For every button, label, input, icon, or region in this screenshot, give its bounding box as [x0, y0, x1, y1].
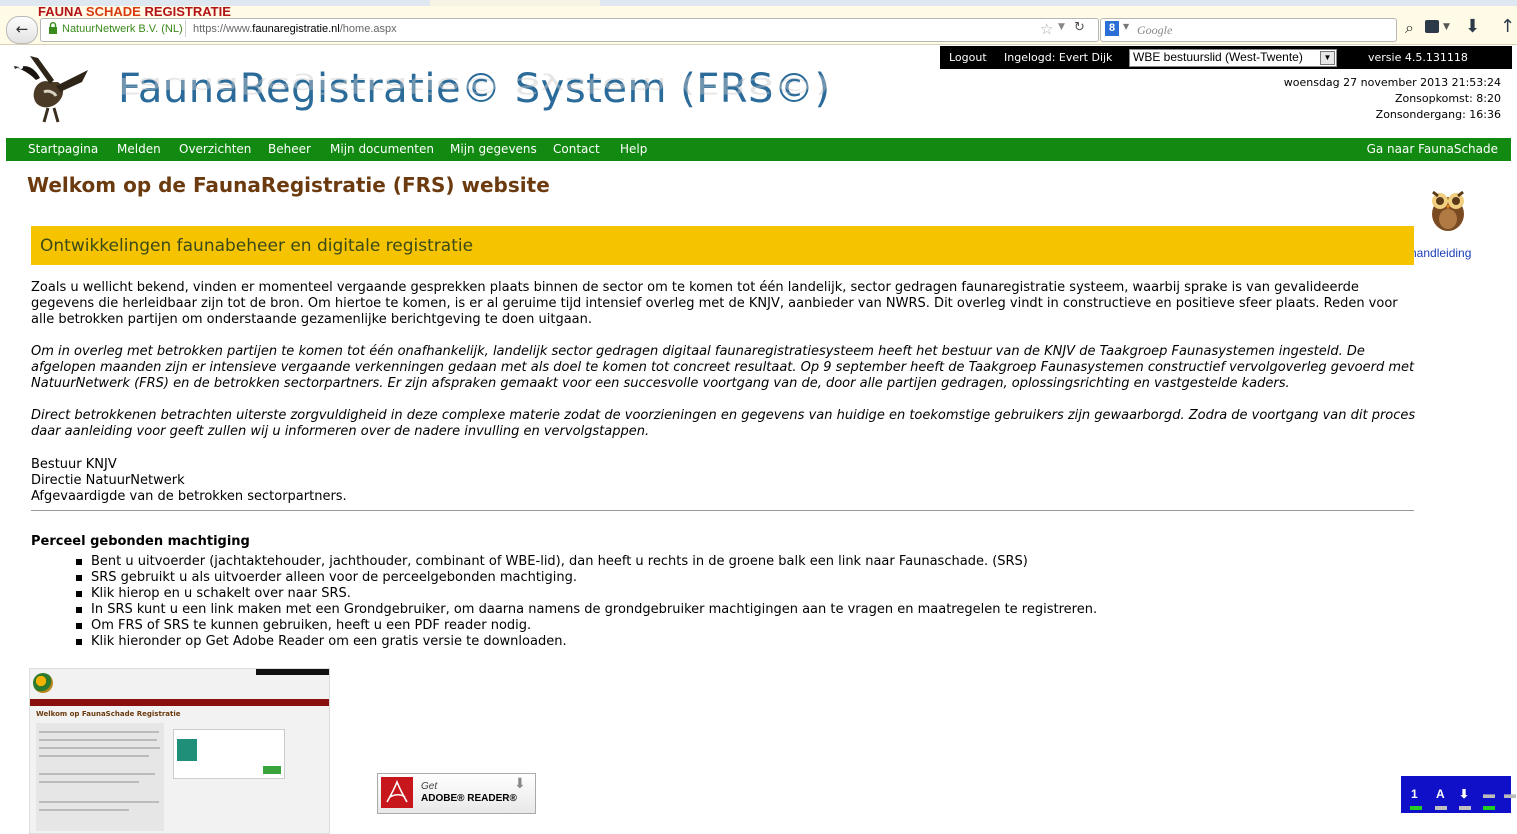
role-select-value: WBE bestuurslid (West-Twente) — [1133, 50, 1303, 64]
adobe-reader-label: ADOBE® READER® — [421, 793, 517, 804]
back-button[interactable]: ← — [6, 16, 38, 44]
search-placeholder[interactable]: Google — [1137, 23, 1172, 38]
sunrise-time: Zonsopkomst: 8:20 — [1394, 92, 1501, 105]
url-domain: faunaregistratie.nl — [252, 23, 340, 35]
list-item: SRS gebruikt u als uitvoerder alleen voo… — [76, 570, 1097, 586]
home-icon[interactable]: ↑ — [1500, 16, 1515, 37]
nav-item-mijn-documenten[interactable]: Mijn documenten — [330, 142, 434, 156]
list-item: Klik hieronder op Get Adobe Reader om ee… — [76, 634, 1097, 650]
goose-logo-icon[interactable] — [10, 48, 94, 124]
tray-item-1[interactable]: 1 — [1411, 787, 1418, 801]
tray-led — [1459, 806, 1471, 810]
section-divider — [31, 510, 1414, 511]
banner-title: Ontwikkelingen faunabeheer en digitale r… — [40, 236, 474, 256]
nav-item-beheer[interactable]: Beheer — [268, 142, 311, 156]
owl-icon[interactable] — [1428, 186, 1468, 232]
reload-icon[interactable]: ↻ — [1074, 20, 1085, 35]
url-dropdown-icon[interactable]: ▼ — [1058, 22, 1065, 32]
url-separator — [185, 20, 186, 37]
tray-led — [1435, 806, 1447, 810]
nav-item-mijn-gegevens[interactable]: Mijn gegevens — [450, 142, 537, 156]
list-item: Om FRS of SRS te kunnen gebruiken, heeft… — [76, 618, 1097, 634]
url-path: /home.aspx — [339, 23, 397, 35]
list-item: Klik hierop en u schakelt over naar SRS. — [76, 586, 1097, 602]
list-item: In SRS kunt u een link maken met een Gro… — [76, 602, 1097, 618]
section-heading: Perceel gebonden machtiging — [31, 534, 250, 549]
tray-led — [1483, 806, 1495, 810]
thumbnail-title: Welkom op FaunaSchade Registratie — [36, 710, 181, 718]
url-text[interactable]: https://www.faunaregistratie.nl/home.asp… — [193, 23, 397, 35]
thumbnail-text-line — [39, 773, 155, 775]
bookmark-star-icon[interactable]: ☆ — [1040, 20, 1053, 38]
thumbnail-topbar — [256, 669, 329, 675]
bookmarks-menu-icon[interactable] — [1425, 20, 1439, 33]
role-select[interactable]: WBE bestuurslid (West-Twente) ▼ — [1129, 49, 1337, 67]
back-arrow-icon: ← — [15, 20, 29, 38]
news-paragraph-1: Zoals u wellicht bekend, vinden er momen… — [31, 280, 1398, 327]
version-label: versie 4.5.131118 — [1368, 51, 1468, 64]
logo-word: REGISTRATIE — [144, 4, 231, 19]
signature-line: Bestuur KNJV — [31, 457, 117, 472]
info-list: Bent u uitvoerder (jachtaktehouder, jach… — [76, 554, 1097, 650]
thumbnail-text-line — [39, 747, 160, 749]
tray-keyboard-icon-2[interactable]: ▬ — [1504, 787, 1516, 801]
tray-download-icon[interactable]: ⬇ — [1459, 787, 1469, 801]
thumbnail-text-line — [39, 781, 139, 783]
nav-item-overzichten[interactable]: Overzichten — [179, 142, 251, 156]
thumbnail-text-line — [39, 801, 159, 803]
nav-item-startpagina[interactable]: Startpagina — [28, 142, 98, 156]
nav-item-help[interactable]: Help — [620, 142, 647, 156]
chevron-down-icon[interactable]: ▼ — [1320, 51, 1335, 65]
globe-icon — [33, 673, 53, 693]
sunset-time: Zonsondergang: 16:36 — [1375, 108, 1501, 121]
news-paragraph-3: Direct betrokkenen betrachten uiterste z… — [31, 408, 1416, 439]
tray-led — [1410, 806, 1422, 810]
thumbnail-login-button — [263, 766, 281, 774]
faunaschade-screenshot[interactable]: Welkom op FaunaSchade Registratie — [29, 668, 330, 834]
adobe-get-label: Get — [421, 781, 438, 792]
engine-dropdown-icon[interactable]: ▼ — [1123, 22, 1129, 31]
nav-item-contact[interactable]: Contact — [553, 142, 600, 156]
tray-keyboard-icon[interactable]: ▬ — [1483, 787, 1495, 801]
url-prefix: https://www. — [193, 23, 253, 35]
signature-line: Directie NatuurNetwerk — [31, 473, 185, 488]
active-tab[interactable] — [430, 0, 600, 6]
search-go-icon[interactable]: ⌕ — [1405, 18, 1414, 38]
download-arrow-icon: ⬇ — [514, 776, 526, 792]
thumbnail-login-icon — [177, 739, 197, 761]
lock-icon — [49, 22, 57, 34]
thumbnail-navbar — [30, 699, 329, 706]
page-title: Welkom op de FaunaRegistratie (FRS) webs… — [27, 173, 550, 197]
logged-in-user: Ingelogd: Evert Dijk — [1004, 51, 1113, 64]
site-identity[interactable]: NatuurNetwerk B.V. (NL) — [62, 23, 183, 35]
thumbnail-text-line — [39, 739, 157, 741]
thumbnail-text-line — [39, 809, 129, 811]
signature-line: Afgevaardigde van de betrokken sectorpar… — [31, 489, 347, 504]
faunaschade-logo-text: FAUNA SCHADE REGISTRATIE — [38, 4, 231, 19]
news-paragraph-2: Om in overleg met betrokken partijen te … — [31, 344, 1415, 391]
nav-item-melden[interactable]: Melden — [117, 142, 161, 156]
manual-link[interactable]: handleiding — [1410, 246, 1471, 260]
download-icon[interactable]: ⬇ — [1465, 16, 1480, 37]
logo-word: SCHADE — [85, 4, 141, 19]
thumbnail-text-line — [39, 755, 149, 757]
date-time: woensdag 27 november 2013 21:53:24 — [1283, 76, 1501, 89]
site-title-reflection: FaunaRegistratie© System (FRS©) — [118, 72, 831, 98]
google-engine-icon[interactable]: 8 — [1105, 21, 1119, 36]
bookmarks-dropdown-icon[interactable]: ▼ — [1443, 22, 1450, 32]
adobe-pdf-icon — [381, 777, 413, 808]
thumbnail-text-line — [39, 731, 159, 733]
list-item: Bent u uitvoerder (jachtaktehouder, jach… — [76, 554, 1097, 570]
logo-word: FAUNA — [38, 4, 83, 19]
faunaschade-link[interactable]: Ga naar FaunaSchade — [1367, 142, 1498, 156]
logout-link[interactable]: Logout — [949, 51, 987, 64]
tray-item-a[interactable]: A — [1436, 787, 1445, 801]
